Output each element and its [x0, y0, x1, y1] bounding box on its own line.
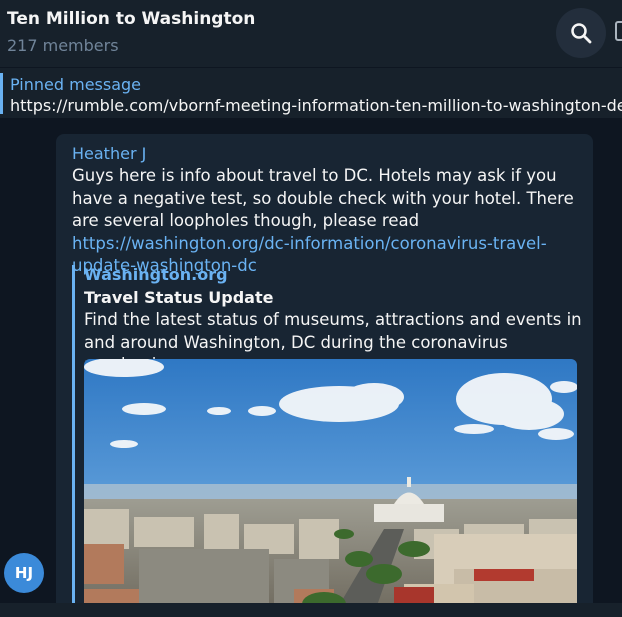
pinned-label: Pinned message [10, 75, 142, 94]
search-button[interactable] [556, 8, 606, 58]
link-preview-image[interactable] [84, 359, 577, 614]
link-preview-title: Travel Status Update [84, 288, 274, 307]
pinned-text: https://rumble.com/vbornf-meeting-inform… [10, 96, 622, 115]
chat-title[interactable]: Ten Million to Washington [7, 9, 255, 29]
pinned-accent-bar [0, 73, 3, 114]
search-icon [571, 23, 592, 44]
member-count: 217 members [7, 36, 119, 55]
bottom-strip [0, 603, 622, 617]
message-body: Guys here is info about travel to DC. Ho… [72, 166, 574, 230]
link-preview-site: Washington.org [84, 265, 228, 284]
message-text: Guys here is info about travel to DC. Ho… [72, 165, 582, 278]
sender-name[interactable]: Heather J [72, 144, 146, 163]
chat-header: Ten Million to Washington 217 members [0, 0, 622, 67]
avatar[interactable]: HJ [4, 553, 44, 593]
avatar-initials: HJ [14, 564, 34, 582]
message-bubble: Heather J Guys here is info about travel… [56, 134, 593, 614]
pinned-message-bar[interactable]: Pinned message https://rumble.com/vbornf… [0, 68, 622, 118]
more-icon[interactable] [614, 20, 622, 44]
link-preview-accent-bar [72, 265, 75, 614]
